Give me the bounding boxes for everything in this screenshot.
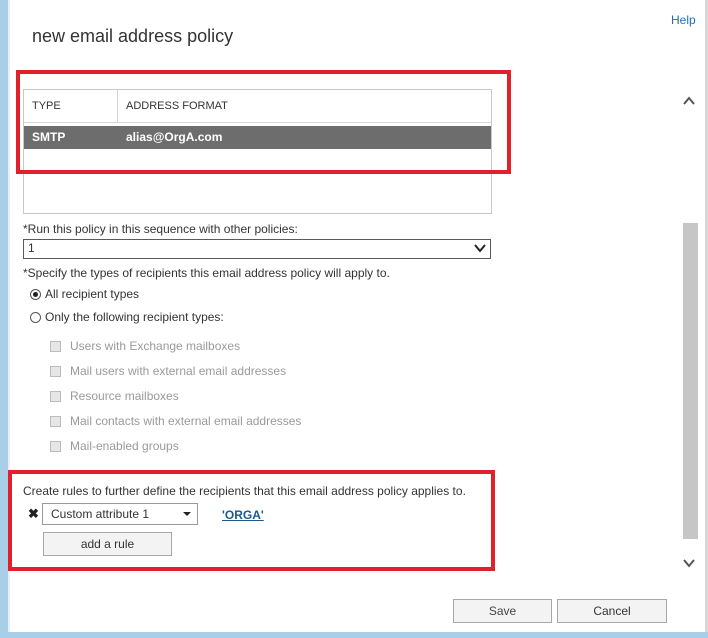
checkbox[interactable] (50, 390, 61, 402)
radio-label: Only the following recipient types: (45, 310, 224, 324)
checkbox-label: Mail contacts with external email addres… (70, 414, 302, 428)
add-rule-button[interactable]: add a rule (43, 532, 172, 556)
checkbox-resource-mailboxes[interactable]: Resource mailboxes (50, 388, 179, 404)
column-header-address-format[interactable]: ADDRESS FORMAT (126, 90, 228, 122)
window-frame-bottom (0, 632, 708, 638)
radio-label: All recipient types (45, 287, 140, 301)
sequence-label: *Run this policy in this sequence with o… (23, 222, 298, 236)
checkbox-mail-users-external[interactable]: Mail users with external email addresses (50, 363, 286, 379)
table-cell-type: SMTP (32, 130, 66, 144)
window-frame-left (0, 0, 8, 638)
header-divider (24, 122, 491, 123)
checkbox-label: Resource mailboxes (70, 389, 179, 403)
rules-label: Create rules to further define the recip… (23, 484, 466, 498)
window-frame-left-inner (8, 0, 10, 638)
rule-attribute-value: Custom attribute 1 (51, 507, 150, 521)
remove-rule-icon[interactable]: ✖ (28, 506, 39, 522)
checkbox-users-exchange-mailboxes[interactable]: Users with Exchange mailboxes (50, 338, 240, 354)
dialog-title: new email address policy (32, 26, 234, 46)
checkbox-label: Mail users with external email addresses (70, 364, 287, 378)
dropdown-arrow-icon (183, 512, 191, 516)
checkbox[interactable] (50, 440, 61, 452)
table-cell-address-format: alias@OrgA.com (126, 130, 223, 144)
column-divider (117, 90, 118, 122)
checkbox-mail-enabled-groups[interactable]: Mail-enabled groups (50, 438, 179, 454)
radio-button[interactable] (30, 288, 41, 300)
checkbox-mail-contacts-external[interactable]: Mail contacts with external email addres… (50, 413, 301, 429)
sequence-value: 1 (28, 241, 35, 255)
checkbox[interactable] (50, 365, 61, 377)
checkbox[interactable] (50, 415, 61, 427)
radio-only-following-types[interactable]: Only the following recipient types: (30, 309, 224, 325)
save-button[interactable]: Save (453, 599, 552, 623)
scrollbar-thumb[interactable] (683, 223, 698, 539)
address-format-table: TYPE ADDRESS FORMAT SMTP alias@OrgA.com (23, 89, 492, 214)
help-link[interactable]: Help (671, 13, 696, 27)
radio-all-recipient-types[interactable]: All recipient types (30, 286, 139, 302)
recipients-label: *Specify the types of recipients this em… (23, 266, 390, 280)
rule-value-link[interactable]: 'ORGA' (222, 508, 264, 522)
sequence-select[interactable]: 1 (23, 239, 491, 259)
radio-button[interactable] (30, 311, 41, 323)
scroll-up-icon[interactable] (682, 94, 696, 108)
column-header-type[interactable]: TYPE (32, 90, 61, 122)
checkbox-label: Mail-enabled groups (70, 439, 179, 453)
scroll-down-icon[interactable] (682, 556, 696, 570)
checkbox[interactable] (50, 340, 61, 352)
chevron-down-icon (474, 244, 486, 253)
table-row[interactable]: SMTP alias@OrgA.com (24, 126, 491, 149)
checkbox-label: Users with Exchange mailboxes (70, 339, 241, 353)
rule-attribute-select[interactable]: Custom attribute 1 (42, 503, 198, 525)
cancel-button[interactable]: Cancel (557, 599, 667, 623)
